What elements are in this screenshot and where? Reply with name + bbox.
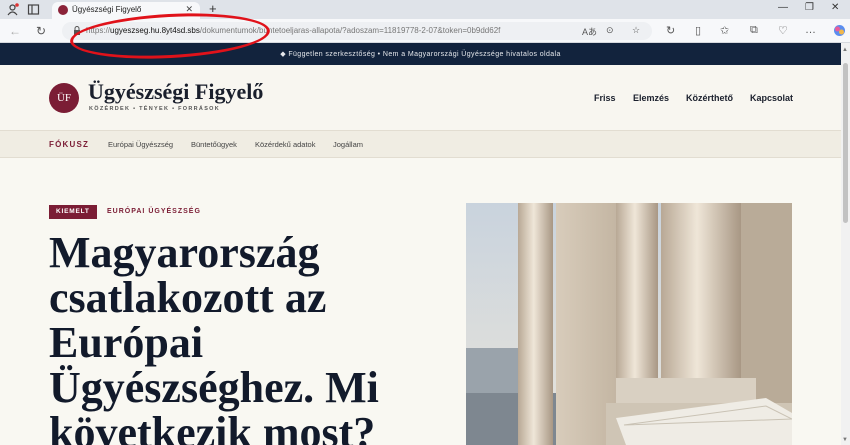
nav-kozertheto[interactable]: Közérthető: [686, 93, 733, 103]
disclaimer-text: ◆ Független szerkesztőség • Nem a Magyar…: [280, 51, 561, 58]
nav-friss[interactable]: Friss: [594, 93, 616, 103]
nav-elemzes[interactable]: Elemzés: [633, 93, 669, 103]
collections-icon[interactable]: ⧉: [750, 24, 758, 37]
back-arrow-icon[interactable]: ←: [9, 24, 21, 38]
favorite-star-icon[interactable]: ☆: [632, 25, 640, 36]
address-bar[interactable]: https://ugyeszseg.hu.8yt4sd.sbs/dokument…: [62, 22, 652, 40]
article-hero: KIEMELT EURÓPAI ÜGYÉSZSÉG Magyarország c…: [0, 158, 841, 445]
url-host: ugyeszseg.hu.8yt4sd.sbs: [110, 26, 200, 35]
browser-toolbar: ← ↻ https://ugyeszseg.hu.8yt4sd.sbs/doku…: [0, 19, 850, 43]
subnav-kozerdeku-adatok[interactable]: Közérdekű adatok: [255, 140, 315, 149]
split-screen-icon[interactable]: ▯: [695, 24, 701, 37]
article-headline[interactable]: Magyarország csatlakozott az Európai Ügy…: [49, 230, 449, 445]
tab-title: Ügyészségi Figyelő: [72, 5, 142, 14]
site-favicon-icon: [58, 5, 68, 15]
maximize-button[interactable]: ❐: [805, 2, 814, 13]
profile-icon[interactable]: [6, 3, 19, 16]
url-path: /dokumentumok/buntetoeljaras-allapota/?a…: [199, 26, 501, 35]
read-aloud-icon[interactable]: Aあ: [582, 25, 597, 38]
more-options-icon[interactable]: ⊙: [606, 25, 614, 36]
copilot-icon[interactable]: [833, 24, 846, 37]
hero-image[interactable]: [466, 203, 792, 445]
url-scheme: https://: [86, 26, 111, 35]
tab-close-icon[interactable]: ✕: [185, 4, 193, 15]
scroll-up-icon[interactable]: ▲: [842, 47, 848, 53]
new-tab-button[interactable]: +: [209, 1, 217, 16]
active-tab[interactable]: Ügyészségi Figyelő ✕: [52, 2, 200, 19]
tab-actions-icon[interactable]: [27, 3, 40, 16]
subnav-jogallam[interactable]: Jogállam: [333, 140, 363, 149]
site-header: ÜF Ügyészségi Figyelő KÖZÉRDEK • TÉNYEK …: [0, 65, 841, 131]
favorites-icon[interactable]: ✩: [720, 24, 729, 37]
lock-icon[interactable]: [73, 26, 81, 35]
focus-label: FÓKUSZ: [49, 140, 90, 149]
nav-kapcsolat[interactable]: Kapcsolat: [750, 93, 793, 103]
logo-badge[interactable]: ÜF: [49, 83, 79, 113]
browser-essentials-icon[interactable]: ♡: [778, 24, 788, 37]
window-close-button[interactable]: ✕: [831, 2, 839, 13]
url-text[interactable]: https://ugyeszseg.hu.8yt4sd.sbs/dokument…: [86, 26, 500, 35]
refresh-icon[interactable]: ↻: [36, 24, 46, 38]
site-logo-name[interactable]: Ügyészségi Figyelő: [88, 79, 263, 105]
featured-badge: KIEMELT: [49, 205, 97, 219]
extensions-refresh-icon[interactable]: ↻: [666, 24, 675, 37]
scroll-down-icon[interactable]: ▼: [842, 437, 848, 443]
site-tagline: KÖZÉRDEK • TÉNYEK • FORRÁSOK: [89, 106, 221, 112]
focus-nav: FÓKUSZ Európai Ügyészség Büntetőügyek Kö…: [0, 131, 841, 158]
subnav-europai-ugyeszseg[interactable]: Európai Ügyészség: [108, 140, 173, 149]
settings-more-icon[interactable]: …: [805, 24, 816, 36]
minimize-button[interactable]: —: [778, 2, 788, 13]
disclaimer-strip: ◆ Független szerkesztőség • Nem a Magyar…: [0, 43, 841, 65]
browser-tab-bar: Ügyészségi Figyelő ✕ + — ❐ ✕: [0, 0, 850, 19]
page-scrollbar[interactable]: ▲ ▼: [841, 43, 850, 445]
article-category[interactable]: EURÓPAI ÜGYÉSZSÉG: [107, 208, 201, 215]
subnav-buntetougyek[interactable]: Büntetőügyek: [191, 140, 237, 149]
scroll-thumb[interactable]: [843, 63, 848, 223]
